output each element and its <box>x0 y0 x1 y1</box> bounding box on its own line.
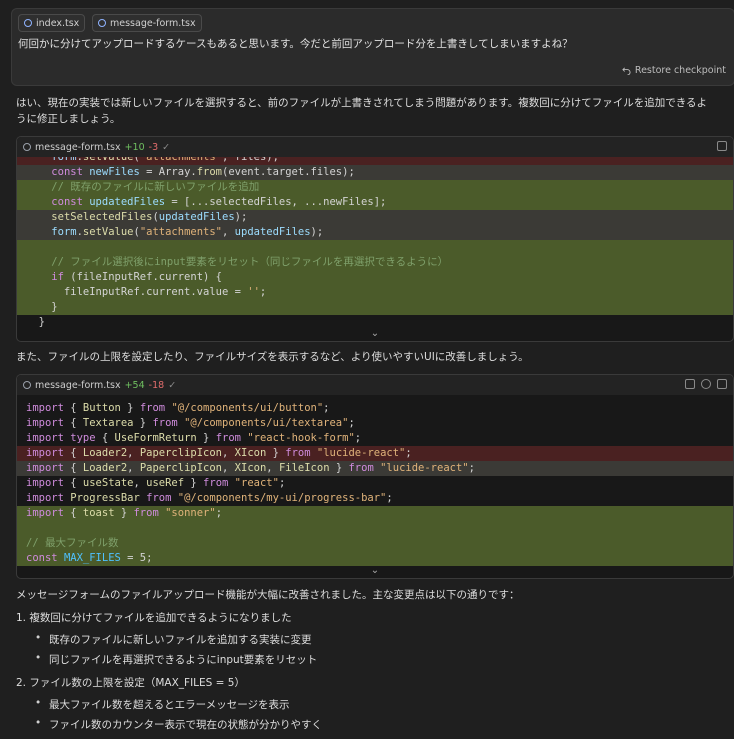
check-icon: ✓ <box>162 141 171 153</box>
lines-added: +54 <box>124 379 145 391</box>
para-line: うに修正しましょう。 <box>16 113 121 125</box>
expand-icon[interactable] <box>717 141 727 151</box>
react-file-icon <box>98 19 106 27</box>
code-filename: message-form.tsx <box>35 379 121 391</box>
code-line: import { Textarea } from "@/components/u… <box>26 417 355 429</box>
list-heading-2: 2. ファイル数の上限を設定（MAX_FILES = 5） <box>16 677 245 689</box>
code-line: // ファイル選択後にinput要素をリセット（同じファイルを再選択できるように… <box>17 255 733 270</box>
code-line: const MAX_FILES = 5; <box>17 551 733 566</box>
file-chip-index[interactable]: index.tsx <box>18 14 86 32</box>
check-icon: ✓ <box>168 379 177 391</box>
code-line <box>17 521 733 536</box>
code-lines: form.setValue("attachments", files); con… <box>17 157 733 330</box>
code-block-header[interactable]: message-form.tsx +54 -18 ✓ <box>17 375 733 395</box>
code-line: // 最大ファイル数 <box>17 536 733 551</box>
chevron-down-icon[interactable]: ⌄ <box>371 328 379 339</box>
copy-icon[interactable] <box>685 379 695 389</box>
code-lines: import { Button } from "@/components/ui/… <box>17 395 733 566</box>
code-filename: message-form.tsx <box>35 141 121 153</box>
chevron-down-icon[interactable]: ⌄ <box>371 565 379 576</box>
code-line: import { useState, useRef } from "react"… <box>26 477 286 489</box>
code-line: form.setValue("attachments", files); <box>17 157 733 165</box>
restore-checkpoint-button[interactable]: Restore checkpoint <box>622 65 726 76</box>
list-bullet: ファイル数のカウンター表示で現在の状態が分かりやすく <box>35 717 322 732</box>
code-line: form.setValue("attachments", updatedFile… <box>17 225 733 240</box>
response-paragraph-3: メッセージフォームのファイルアップロード機能が大幅に改善されました。主な変更点は… <box>16 589 520 601</box>
code-diff-block-1: message-form.tsx +10 -3 ✓ form.setValue(… <box>16 136 734 342</box>
lines-added: +10 <box>124 141 145 153</box>
code-line: fileInputRef.current.value = ''; <box>17 285 733 300</box>
code-line <box>17 240 733 255</box>
user-message: index.tsx message-form.tsx 何回かに分けてアップロード… <box>11 8 734 86</box>
code-line: import { toast } from "sonner"; <box>17 506 733 521</box>
gear-icon <box>23 143 31 151</box>
file-chip-label: message-form.tsx <box>110 17 196 29</box>
code-line: const newFiles = Array.from(event.target… <box>17 165 733 180</box>
user-message-text: 何回かに分けてアップロードするケースもあると思います。今だと前回アップロード分を… <box>18 38 573 50</box>
restore-label: Restore checkpoint <box>634 65 726 76</box>
list-bullet: 同じファイルを再選択できるようにinput要素をリセット <box>35 652 317 667</box>
file-chip-label: index.tsx <box>36 17 80 29</box>
code-diff-block-2: message-form.tsx +54 -18 ✓ import { Butt… <box>16 374 734 579</box>
code-line: // 既存のファイルに新しいファイルを追加 <box>17 180 733 195</box>
code-line: if (fileInputRef.current) { <box>17 270 733 285</box>
list-bullet: 既存のファイルに新しいファイルを追加する実装に変更 <box>35 632 311 647</box>
code-line: const updatedFiles = [...selectedFiles, … <box>17 195 733 210</box>
file-chip-message-form[interactable]: message-form.tsx <box>92 14 202 32</box>
undo-icon <box>622 67 631 75</box>
refresh-icon[interactable] <box>701 379 711 389</box>
lines-removed: -3 <box>148 141 159 153</box>
para-line: はい、現在の実装では新しいファイルを選択すると、前のファイルが上書きされてしまう… <box>16 97 708 109</box>
gear-icon <box>23 381 31 389</box>
lines-removed: -18 <box>148 379 165 391</box>
expand-icon[interactable] <box>717 379 727 389</box>
code-line: import ProgressBar from "@/components/my… <box>26 492 393 504</box>
code-block-header[interactable]: message-form.tsx +10 -3 ✓ <box>17 137 733 157</box>
code-line: import { Loader2, PaperclipIcon, XIcon }… <box>17 446 733 461</box>
response-paragraph-2: また、ファイルの上限を設定したり、ファイルサイズを表示するなど、より使いやすいU… <box>16 351 529 363</box>
code-line: import type { UseFormReturn } from "reac… <box>26 432 362 444</box>
react-file-icon <box>24 19 32 27</box>
list-bullet: 最大ファイル数を超えるとエラーメッセージを表示 <box>35 697 290 712</box>
list-heading-1: 1. 複数回に分けてファイルを追加できるようになりました <box>16 612 292 624</box>
code-line: import { Loader2, PaperclipIcon, XIcon, … <box>17 461 733 476</box>
response-paragraph-1: はい、現在の実装では新しいファイルを選択すると、前のファイルが上書きされてしまう… <box>16 95 707 127</box>
code-line: setSelectedFiles(updatedFiles); <box>17 210 733 225</box>
code-line: } <box>17 300 733 315</box>
code-line: import { Button } from "@/components/ui/… <box>26 402 330 414</box>
